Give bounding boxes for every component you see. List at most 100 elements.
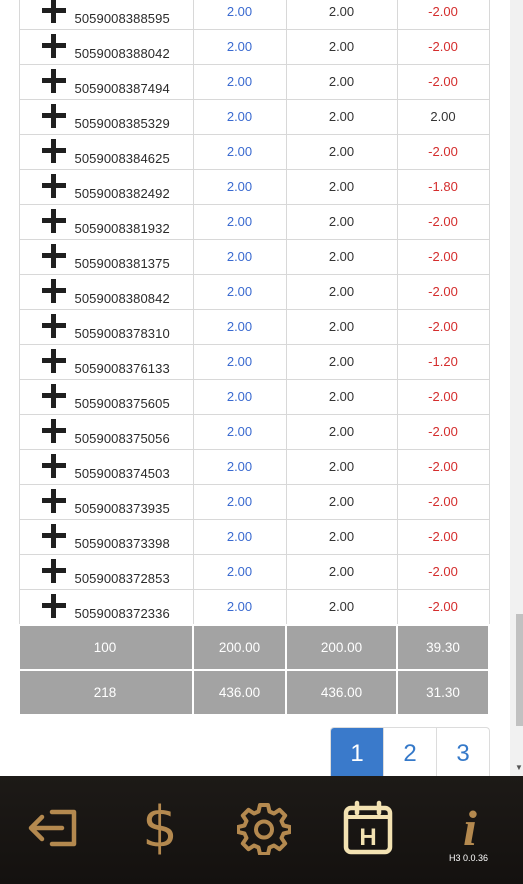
id-cell: 5059008375605 xyxy=(18,379,194,415)
expand-plus-icon[interactable] xyxy=(41,139,66,163)
logout-button[interactable] xyxy=(22,798,82,858)
id-cell: 5059008373935 xyxy=(18,484,194,520)
expand-plus-icon[interactable] xyxy=(41,594,66,618)
expand-plus-icon[interactable] xyxy=(41,384,66,408)
row-id: 5059008381932 xyxy=(74,221,170,236)
table-row: 5059008375056 2.00 2.00 -2.00 xyxy=(18,414,490,450)
svg-text:H: H xyxy=(359,824,376,851)
row-id: 5059008372853 xyxy=(74,571,170,586)
value-c-cell: -1.20 xyxy=(396,344,490,380)
total-count: 100 xyxy=(18,624,194,671)
value-b-cell: 2.00 xyxy=(285,554,398,590)
table-row: 5059008385329 2.00 2.00 2.00 xyxy=(18,99,490,135)
gear-icon xyxy=(237,803,291,855)
total-a: 200.00 xyxy=(192,624,287,671)
expand-plus-icon[interactable] xyxy=(41,559,66,583)
expand-plus-icon[interactable] xyxy=(41,524,66,548)
expand-plus-icon[interactable] xyxy=(41,34,66,58)
row-id: 5059008387494 xyxy=(74,81,170,96)
id-cell: 5059008387494 xyxy=(18,64,194,100)
expand-plus-icon[interactable] xyxy=(41,174,66,198)
value-b-cell: 2.00 xyxy=(285,64,398,100)
row-id: 5059008385329 xyxy=(74,116,170,131)
id-cell: 5059008376133 xyxy=(18,344,194,380)
value-a-cell: 2.00 xyxy=(192,0,287,30)
pagination: 123 xyxy=(330,727,490,780)
value-c-cell: -1.80 xyxy=(396,169,490,205)
page-button-2[interactable]: 2 xyxy=(383,728,436,780)
value-b-cell: 2.00 xyxy=(285,0,398,30)
row-id: 5059008388042 xyxy=(74,46,170,61)
row-id: 5059008373398 xyxy=(74,536,170,551)
expand-plus-icon[interactable] xyxy=(41,209,66,233)
table-row: 5059008380842 2.00 2.00 -2.00 xyxy=(18,274,490,310)
value-c-cell: -2.00 xyxy=(396,309,490,345)
scroll-down-arrow-icon[interactable]: ▼ xyxy=(515,763,523,772)
total-b: 436.00 xyxy=(285,669,398,716)
row-id: 5059008374503 xyxy=(74,466,170,481)
info-button[interactable]: i xyxy=(450,798,490,858)
value-a-cell: 2.00 xyxy=(192,274,287,310)
value-a-cell: 2.00 xyxy=(192,99,287,135)
table-row: 5059008387494 2.00 2.00 -2.00 xyxy=(18,64,490,100)
expand-plus-icon[interactable] xyxy=(41,454,66,478)
value-b-cell: 2.00 xyxy=(285,449,398,485)
value-b-cell: 2.00 xyxy=(285,29,398,65)
value-c-cell: -2.00 xyxy=(396,239,490,275)
total-c: 39.30 xyxy=(396,624,490,671)
value-b-cell: 2.00 xyxy=(285,379,398,415)
value-a-cell: 2.00 xyxy=(192,449,287,485)
value-c-cell: 2.00 xyxy=(396,99,490,135)
expand-plus-icon[interactable] xyxy=(41,244,66,268)
expand-plus-icon[interactable] xyxy=(41,419,66,443)
value-b-cell: 2.00 xyxy=(285,344,398,380)
row-id: 5059008381375 xyxy=(74,256,170,271)
page-button-3[interactable]: 3 xyxy=(436,728,489,780)
id-cell: 5059008388042 xyxy=(18,29,194,65)
value-a-cell: 2.00 xyxy=(192,29,287,65)
row-id: 5059008373935 xyxy=(74,501,170,516)
value-b-cell: 2.00 xyxy=(285,99,398,135)
total-row: 100 200.00 200.00 39.30 xyxy=(18,624,490,671)
id-cell: 5059008384625 xyxy=(18,134,194,170)
value-b-cell: 2.00 xyxy=(285,414,398,450)
expand-plus-icon[interactable] xyxy=(41,349,66,373)
value-c-cell: -2.00 xyxy=(396,414,490,450)
settings-button[interactable] xyxy=(236,798,292,858)
calendar-button[interactable]: H xyxy=(340,798,396,858)
expand-plus-icon[interactable] xyxy=(41,104,66,128)
value-c-cell: -2.00 xyxy=(396,589,490,626)
table-row: 5059008374503 2.00 2.00 -2.00 xyxy=(18,449,490,485)
expand-plus-icon[interactable] xyxy=(41,69,66,93)
table-row: 5059008373398 2.00 2.00 -2.00 xyxy=(18,519,490,555)
value-c-cell: -2.00 xyxy=(396,29,490,65)
expand-plus-icon[interactable] xyxy=(41,279,66,303)
expand-plus-icon[interactable] xyxy=(41,0,66,23)
expand-plus-icon[interactable] xyxy=(41,314,66,338)
page-button-1[interactable]: 1 xyxy=(331,728,383,780)
table-row: 5059008381375 2.00 2.00 -2.00 xyxy=(18,239,490,275)
scrollbar-thumb[interactable] xyxy=(516,614,523,726)
value-a-cell: 2.00 xyxy=(192,484,287,520)
row-id: 5059008382492 xyxy=(74,186,170,201)
row-id: 5059008375056 xyxy=(74,431,170,446)
logout-icon xyxy=(28,809,77,847)
value-b-cell: 2.00 xyxy=(285,169,398,205)
value-b-cell: 2.00 xyxy=(285,589,398,626)
total-a: 436.00 xyxy=(192,669,287,716)
total-c: 31.30 xyxy=(396,669,490,716)
value-c-cell: -2.00 xyxy=(396,134,490,170)
row-id: 5059008372336 xyxy=(74,606,170,621)
value-c-cell: -2.00 xyxy=(396,484,490,520)
id-cell: 5059008375056 xyxy=(18,414,194,450)
expand-plus-icon[interactable] xyxy=(41,489,66,513)
value-a-cell: 2.00 xyxy=(192,519,287,555)
table-row: 5059008378310 2.00 2.00 -2.00 xyxy=(18,309,490,345)
table-row: 5059008388042 2.00 2.00 -2.00 xyxy=(18,29,490,65)
row-id: 5059008384625 xyxy=(74,151,170,166)
table-row: 5059008384625 2.00 2.00 -2.00 xyxy=(18,134,490,170)
value-c-cell: -2.00 xyxy=(396,519,490,555)
dollar-button[interactable]: $ xyxy=(132,798,188,858)
id-cell: 5059008374503 xyxy=(18,449,194,485)
total-b: 200.00 xyxy=(285,624,398,671)
